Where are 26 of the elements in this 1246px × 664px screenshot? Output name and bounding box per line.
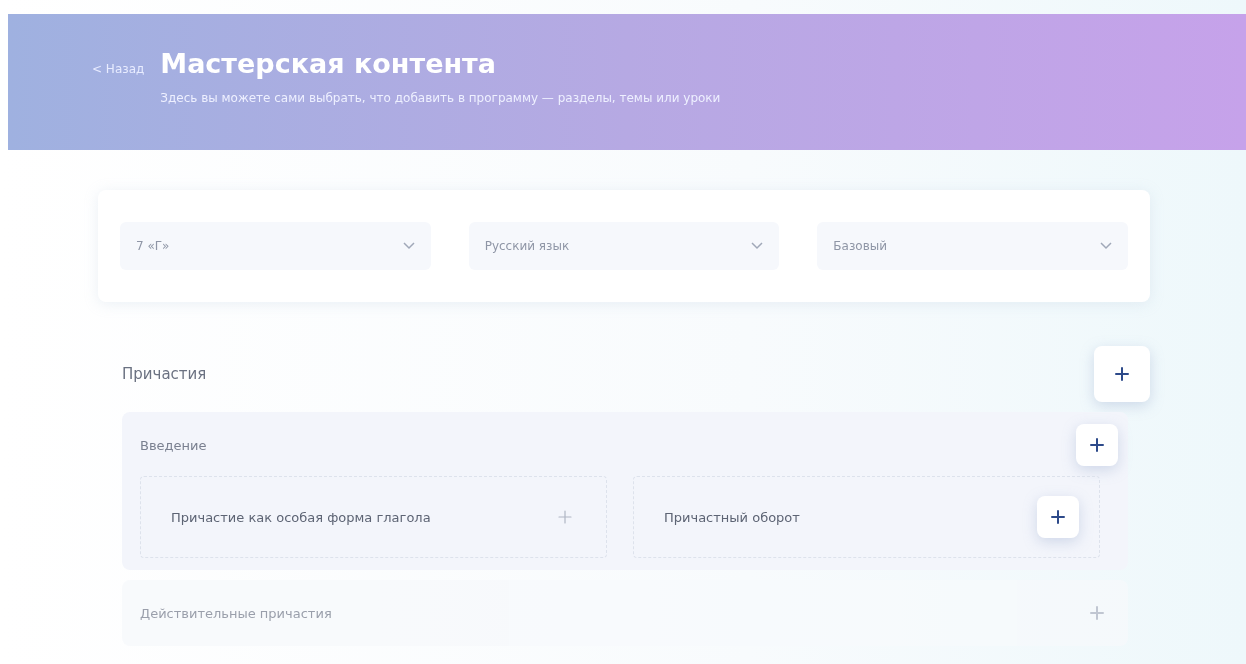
chevron-down-icon <box>751 242 764 250</box>
plus-icon <box>1090 438 1104 452</box>
dropdown-value: Русский язык <box>484 239 570 253</box>
dropdown-select[interactable]: 7 «Г» <box>120 222 431 270</box>
back-link[interactable]: < Назад <box>92 62 145 76</box>
lesson-card[interactable]: Причастный оборот <box>633 476 1100 558</box>
chevron-down-icon <box>402 242 415 250</box>
plus-icon <box>1115 367 1129 381</box>
dropdown-select[interactable]: Русский язык <box>468 222 780 270</box>
section-title: Причастия <box>122 365 207 383</box>
plus-icon <box>1051 510 1065 524</box>
topic-title: Введение <box>140 437 207 453</box>
chevron-down-icon <box>1100 242 1112 250</box>
lesson-title: Причастие как особая форма глагола <box>171 509 431 525</box>
add-button[interactable] <box>1037 496 1079 538</box>
dropdown-value: Базовый <box>833 239 887 253</box>
dropdown-value: 7 «Г» <box>136 239 170 253</box>
add-button[interactable] <box>1076 424 1118 466</box>
lesson-title: Причастный оборот <box>664 509 800 525</box>
plus-icon <box>558 510 572 524</box>
page-title: Мастерская контента <box>160 48 497 79</box>
topic-title: Действительные причастия <box>140 605 332 621</box>
dropdown-select[interactable]: Базовый <box>817 222 1128 270</box>
plus-icon <box>1090 606 1104 620</box>
page-subtitle: Здесь вы можете сами выбрать, что добавить в программу — разделы, темы или уроки <box>160 91 721 105</box>
lesson-card[interactable]: Причастие как особая форма глагола <box>140 476 607 558</box>
